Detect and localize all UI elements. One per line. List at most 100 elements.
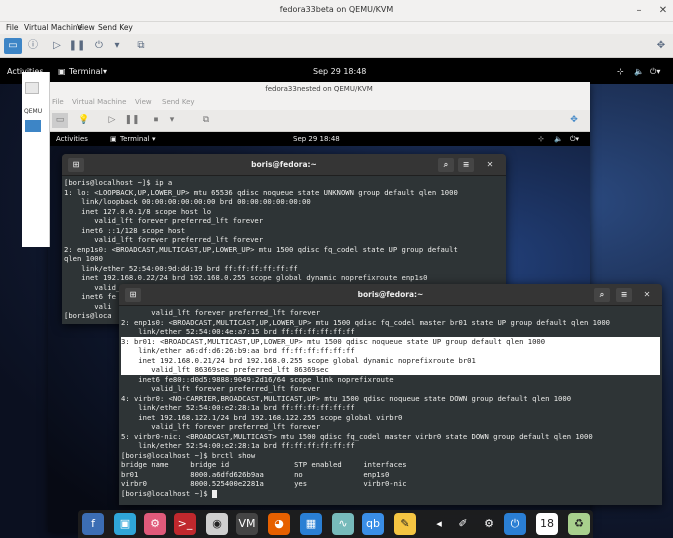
firefox-icon[interactable]: ◕ [268, 513, 290, 535]
terminal-line: 4: virbr0: <NO-CARRIER,BROADCAST,MULTICA… [121, 393, 572, 403]
close-icon[interactable]: ✕ [639, 288, 655, 302]
clock-icon[interactable]: 18 [536, 513, 558, 535]
background-window-fragment: QEMU [22, 72, 50, 247]
hamburger-menu-icon[interactable]: ≡ [616, 288, 632, 302]
cursor [211, 489, 217, 498]
info-icon[interactable]: 💡 [76, 113, 92, 128]
minimize-icon[interactable]: – [632, 4, 646, 18]
terminal-line: link/ether 52:54:00:4e:a7:15 brd ff:ff:f… [121, 327, 355, 336]
terminal-line: 2: enp1s0: <BROADCAST,MULTICAST,UP,LOWER… [121, 317, 610, 327]
computer-icon [25, 82, 39, 94]
nested-menu-view[interactable]: View [135, 98, 152, 106]
terminal-window-front[interactable]: ⊞ boris@fedora:~ ⌕ ≡ ✕ valid_lft forever… [119, 284, 662, 505]
power-icon[interactable]: ⏻▾ [650, 67, 660, 77]
editor-icon[interactable]: ✎ [394, 513, 416, 535]
info-icon[interactable]: ⓘ [24, 38, 42, 54]
console-icon[interactable]: ▭ [52, 113, 68, 128]
menu-send-key[interactable]: Send Key [98, 23, 133, 32]
nested-menubar: File Virtual Machine View Send Key [48, 96, 590, 110]
nested-window-title: fedora33nested on QEMU/KVM [265, 85, 373, 93]
fullscreen-icon[interactable]: ✥ [566, 113, 582, 128]
close-icon[interactable]: ✕ [656, 4, 670, 18]
terminal-line: link/ether a6:df:d6:26:b9:aa brd ff:ff:f… [121, 346, 660, 356]
terminal-line: 3: br01: <BROADCAST,MULTICAST,UP,LOWER_U… [121, 336, 660, 346]
shutdown-icon[interactable]: ⏹ [148, 113, 164, 128]
close-icon[interactable]: ✕ [482, 158, 498, 172]
terminal-line: inet 127.0.0.1/8 scope host lo [64, 206, 212, 216]
chevron-down-icon[interactable]: ▾ [108, 38, 126, 54]
nested-toolbar: ▭ 💡 ▷ ❚❚ ⏹ ▾ ⧉ ✥ [48, 110, 590, 132]
run-icon[interactable]: ▷ [48, 38, 66, 54]
disks-icon[interactable]: ◉ [206, 513, 228, 535]
network-icon[interactable]: ⊹ [538, 135, 544, 143]
terminal-icon[interactable]: >_ [174, 513, 196, 535]
nested-top-bar: Activities ▣ Terminal ▾ Sep 29 18:48 ⊹ 🔈… [48, 132, 590, 146]
terminal-line: valid_lft forever preferred_lft forever [121, 384, 321, 393]
shutdown-icon[interactable]: ⏻ [90, 38, 108, 54]
terminal-line: link/ether 52:54:00:9d:dd:19 brd ff:ff:f… [64, 263, 298, 273]
calculator-icon[interactable]: ▦ [300, 513, 322, 535]
terminal-line: link/ether 52:54:00:e2:28:1a brd ff:ff:f… [121, 403, 355, 412]
terminal-line: valid_lft forever preferred_lft forever [64, 216, 264, 225]
volume-icon[interactable]: 🔈 [554, 135, 563, 143]
pause-icon[interactable]: ❚❚ [68, 38, 86, 54]
pen-icon[interactable]: ✐ [452, 513, 474, 535]
fullscreen-icon[interactable]: ✥ [652, 38, 670, 54]
terminal-line: virbr0 8000.525400e2281a yes virbr0-nic [121, 479, 407, 488]
terminal-title: boris@fedora:~ [357, 290, 424, 299]
terminal-line: br01 8000.a6dfd626b9aa no enp1s0 [121, 469, 390, 479]
chevron-down-icon[interactable]: ▾ [164, 113, 180, 128]
terminal-line: [boris@localhost ~]$ brctl show [121, 450, 256, 460]
clock[interactable]: Sep 29 18:48 [313, 67, 366, 76]
menu-virtual-machine[interactable]: Virtual Machine [24, 23, 82, 32]
network-icon[interactable]: ⊹ [617, 67, 624, 76]
menu-view[interactable]: View [77, 23, 95, 32]
tweaks-icon[interactable]: ⚙ [478, 513, 500, 535]
menu-file[interactable]: File [6, 23, 19, 32]
nested-app-menu-terminal[interactable]: Terminal [120, 135, 150, 143]
dock: f ▣ ⚙ >_ ◉ VM ◕ ▦ ∿ qb ✎ ◂ ✐ ⚙ ⏻ 18 ♻ [78, 510, 593, 538]
terminal-line: 2: enp1s0: <BROADCAST,MULTICAST,UP,LOWER… [64, 244, 458, 254]
volume-icon[interactable]: 🔈 [634, 67, 644, 76]
trash-icon[interactable]: ♻ [568, 513, 590, 535]
volume-icon[interactable]: ◂ [428, 513, 450, 535]
terminal-menu-icon[interactable]: ▣ [58, 67, 66, 76]
software-icon[interactable]: ▣ [114, 513, 136, 535]
vm-icon[interactable] [25, 120, 41, 132]
fedora-icon[interactable]: f [82, 513, 104, 535]
run-icon[interactable]: ▷ [104, 113, 120, 128]
search-icon[interactable]: ⌕ [438, 158, 454, 172]
nested-menu-file[interactable]: File [52, 98, 64, 106]
chevron-down-icon: ▾ [103, 67, 108, 76]
terminal-line: link/ether 52:54:00:e2:28:1a brd ff:ff:f… [121, 441, 355, 450]
snapshot-icon[interactable]: ⧉ [198, 113, 214, 128]
nested-clock[interactable]: Sep 29 18:48 [293, 135, 340, 143]
nested-activities-button[interactable]: Activities [56, 135, 88, 143]
monitor-icon[interactable]: ∿ [332, 513, 354, 535]
terminal-line: inet6 fe80::d0d5:9888:9049:2d16/64 scope… [121, 374, 394, 384]
nested-menu-virtual-machine[interactable]: Virtual Machine [72, 98, 126, 106]
settings-icon[interactable]: ⚙ [144, 513, 166, 535]
terminal-line: inet6 ::1/128 scope host [64, 225, 186, 235]
guest-top-bar: Activities ▣ Terminal ▾ Sep 29 18:48 ⊹ 🔈… [0, 58, 673, 84]
console-icon[interactable]: ▭ [4, 38, 22, 54]
virt-manager-icon[interactable]: VM [236, 513, 258, 535]
terminal-line: inet 192.168.122.1/24 brd 192.168.122.25… [121, 412, 403, 422]
nested-titlebar: fedora33nested on QEMU/KVM [48, 82, 590, 96]
app-menu-terminal[interactable]: Terminal [69, 67, 103, 76]
terminal-headerbar: ⊞ boris@fedora:~ ⌕ ≡ ✕ [62, 154, 506, 176]
qbittorrent-icon[interactable]: qb [362, 513, 384, 535]
power-icon[interactable]: ⏻ [504, 513, 526, 535]
terminal-line: [boris@localhost ~]$ ip a [64, 178, 173, 187]
terminal-menu-icon[interactable]: ▣ [110, 135, 117, 143]
terminal-line: valid_lft forever preferred_lft forever [121, 308, 321, 317]
power-icon[interactable]: ⏻▾ [570, 135, 579, 144]
pause-icon[interactable]: ❚❚ [124, 113, 140, 128]
terminal-line: qlen 1000 [64, 254, 103, 263]
outer-titlebar: fedora33beta on QEMU/KVM – ✕ [0, 0, 673, 22]
snapshot-icon[interactable]: ⧉ [132, 38, 150, 54]
search-icon[interactable]: ⌕ [594, 288, 610, 302]
nested-menu-send-key[interactable]: Send Key [162, 98, 195, 106]
hamburger-menu-icon[interactable]: ≡ [458, 158, 474, 172]
terminal-output[interactable]: valid_lft forever preferred_lft forever 2… [119, 306, 662, 500]
